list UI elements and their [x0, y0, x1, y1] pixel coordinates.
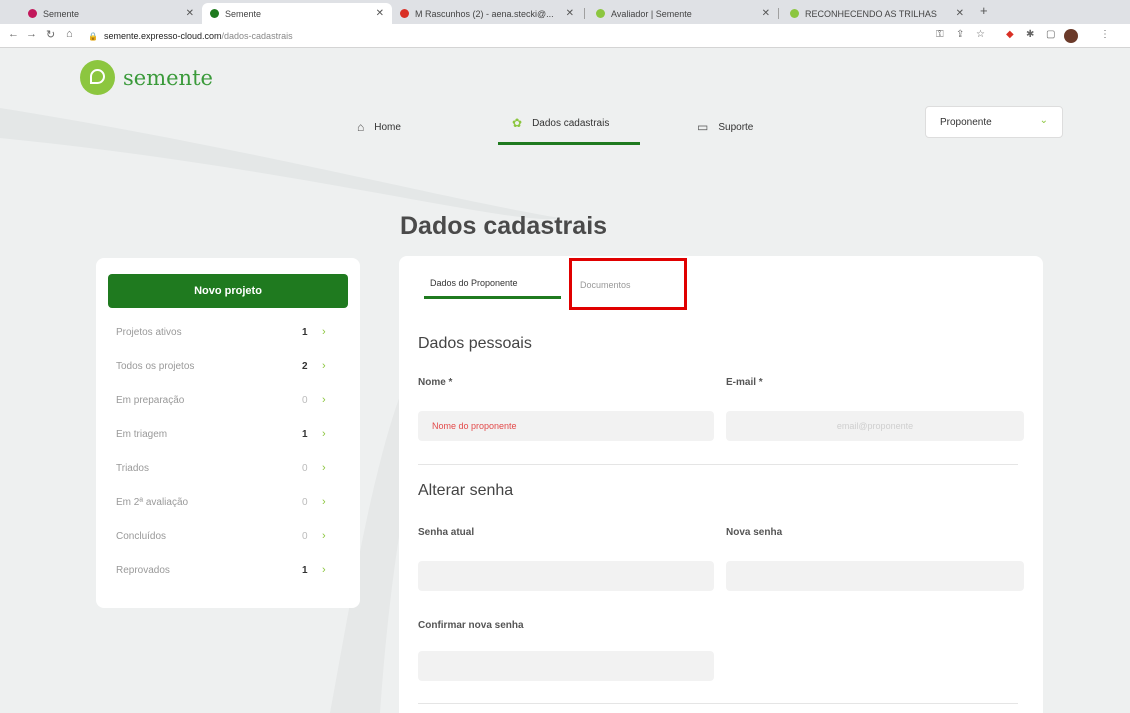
profile-avatar[interactable] [1064, 29, 1078, 43]
sidebar-item-triados[interactable]: Triados 0 › [116, 458, 336, 478]
new-tab-icon[interactable]: + [980, 3, 988, 18]
gear-icon: ✿ [512, 116, 523, 130]
browser-tab-1[interactable]: Semente ✕ [20, 3, 202, 24]
sidebar-item-em-preparacao[interactable]: Em preparação 0 › [116, 390, 336, 410]
favicon-icon [28, 9, 37, 18]
new-project-button[interactable]: Novo projeto [108, 274, 348, 308]
new-password-field[interactable] [726, 561, 1024, 591]
back-icon[interactable]: ← [8, 28, 19, 40]
nav-active-indicator [498, 142, 640, 145]
chevron-right-icon: › [322, 394, 326, 406]
browser-tab-bar: Semente ✕ Semente ✕ M Rascunhos (2) - ae… [0, 0, 1130, 24]
close-tab-icon[interactable]: ✕ [376, 8, 384, 19]
forward-icon[interactable]: → [26, 28, 37, 40]
app-logo[interactable]: semente [80, 60, 213, 95]
app-viewport: semente ⌂ Home ✿ Dados cadastrais ▭ Supo… [0, 48, 1130, 713]
tab-separator [584, 8, 585, 19]
sidepanel-icon[interactable]: ▢ [1046, 29, 1055, 40]
chat-icon: ▭ [697, 120, 709, 134]
chevron-right-icon: › [322, 530, 326, 542]
browser-address-bar: ← → ↻ ⌂ 🔒 semente.expresso-cloud.com/dad… [0, 24, 1130, 48]
favicon-icon [596, 9, 605, 18]
chevron-right-icon: › [322, 496, 326, 508]
new-password-label: Nova senha [726, 527, 783, 538]
chevron-right-icon: › [322, 462, 326, 474]
active-tab-indicator [424, 296, 561, 299]
browser-tab-5[interactable]: RECONHECENDO AS TRILHAS ✕ [782, 3, 972, 24]
favicon-icon [790, 9, 799, 18]
key-icon[interactable]: ⚿ [936, 29, 944, 40]
section-divider [418, 703, 1018, 704]
puzzle-icon[interactable]: ✱ [1026, 29, 1034, 40]
favicon-icon [210, 9, 219, 18]
name-label: Nome * [418, 377, 453, 388]
nav-home[interactable]: ⌂ Home [357, 120, 401, 134]
email-field[interactable]: email@proponente [726, 411, 1024, 441]
nav-suporte[interactable]: ▭ Suporte [697, 120, 753, 134]
section-divider [418, 464, 1018, 465]
extension-icon[interactable]: ◆ [1006, 29, 1014, 40]
chevron-right-icon: › [322, 326, 326, 338]
name-field[interactable]: Nome do proponente [418, 411, 714, 441]
sidebar-item-projetos-ativos[interactable]: Projetos ativos 1 › [116, 322, 336, 342]
tab-dados-proponente[interactable]: Dados do Proponente [430, 278, 518, 288]
star-icon[interactable]: ☆ [976, 29, 985, 40]
project-sidebar: Novo projeto Projetos ativos 1 › Todos o… [96, 258, 360, 608]
nav-dados-cadastrais[interactable]: ✿ Dados cadastrais [512, 116, 609, 130]
home-icon: ⌂ [357, 120, 365, 134]
url-field[interactable]: 🔒 semente.expresso-cloud.com/dados-cadas… [88, 28, 293, 44]
chevron-down-icon: ⌄ [1039, 115, 1048, 126]
browser-tab-2[interactable]: Semente ✕ [202, 3, 392, 24]
reload-icon[interactable]: ↻ [46, 28, 55, 41]
close-tab-icon[interactable]: ✕ [566, 8, 574, 19]
sidebar-item-em-2a-avaliacao[interactable]: Em 2ª avaliação 0 › [116, 492, 336, 512]
sidebar-item-concluidos[interactable]: Concluídos 0 › [116, 526, 336, 546]
chevron-right-icon: › [322, 428, 326, 440]
current-password-label: Senha atual [418, 527, 475, 538]
close-tab-icon[interactable]: ✕ [956, 8, 964, 19]
confirm-password-field[interactable] [418, 651, 714, 681]
home-browser-icon[interactable]: ⌂ [66, 28, 73, 40]
page-title: Dados cadastrais [400, 212, 608, 240]
sidebar-item-todos-projetos[interactable]: Todos os projetos 2 › [116, 356, 336, 376]
tab-separator [778, 8, 779, 19]
section-title-personal: Dados pessoais [418, 335, 532, 352]
seed-logo-icon [80, 60, 115, 95]
browser-tab-4[interactable]: Avaliador | Semente ✕ [588, 3, 778, 24]
lock-icon: 🔒 [88, 31, 98, 41]
confirm-password-label: Confirmar nova senha [418, 620, 524, 631]
favicon-icon [400, 9, 409, 18]
section-title-password: Alterar senha [418, 482, 514, 499]
sidebar-item-em-triagem[interactable]: Em triagem 1 › [116, 424, 336, 444]
role-select[interactable]: Proponente ⌄ [925, 106, 1063, 138]
share-icon[interactable]: ⇪ [956, 29, 964, 40]
menu-icon[interactable]: ⋮ [1100, 29, 1110, 40]
browser-tab-3[interactable]: M Rascunhos (2) - aena.stecki@... ✕ [392, 3, 582, 24]
close-tab-icon[interactable]: ✕ [762, 8, 770, 19]
current-password-field[interactable] [418, 561, 714, 591]
sidebar-item-reprovados[interactable]: Reprovados 1 › [116, 560, 336, 580]
email-label: E-mail * [726, 377, 763, 388]
chevron-right-icon: › [322, 564, 326, 576]
annotation-highlight-box [569, 258, 687, 310]
close-tab-icon[interactable]: ✕ [186, 8, 194, 19]
chevron-right-icon: › [322, 360, 326, 372]
